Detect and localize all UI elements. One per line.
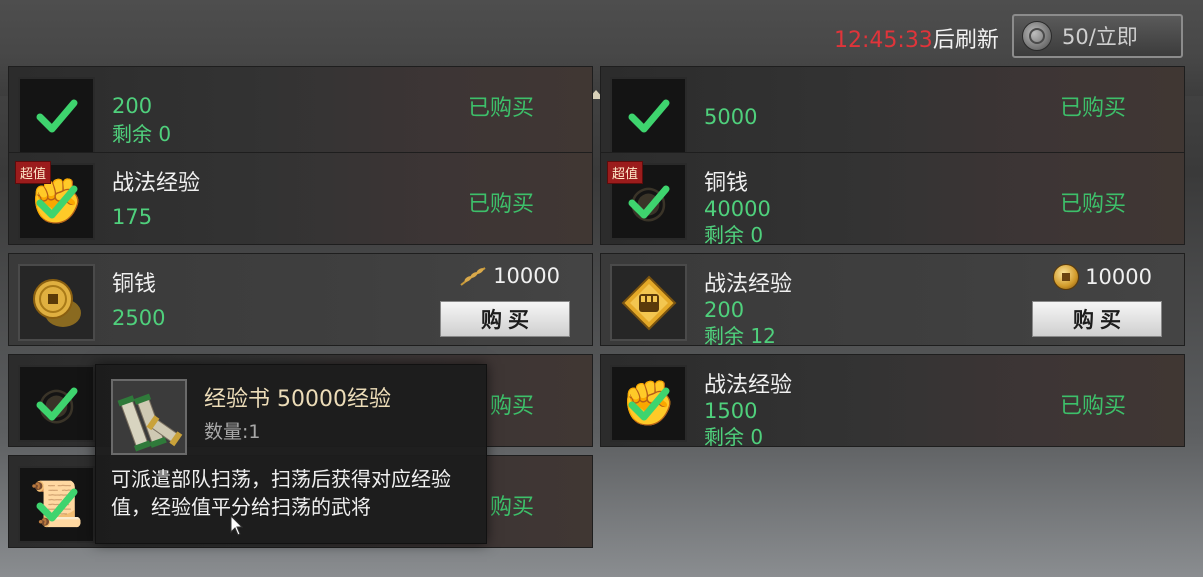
check-icon [628,387,669,420]
item-icon [610,264,687,341]
item-name: 铜钱 [112,272,157,297]
bought-status: 已购买 [467,192,534,217]
shop-item-card[interactable]: 5000 已购买 [600,66,1185,159]
tooltip-title: 经验书 50000经验 [204,387,391,412]
price-value: 10000 [1085,265,1152,289]
price-value: 10000 [493,264,560,288]
buy-button[interactable]: 购买 [440,301,570,337]
item-price: 10000 [1053,264,1152,290]
item-amount: 1500 [704,399,758,423]
check-icon [628,99,669,132]
item-tooltip: 经验书 50000经验 数量:1 可派遣部队扫荡，扫荡后获得对应经验值，经验值平… [95,364,487,544]
item-remaining: 剩余 0 [112,122,172,146]
item-amount: 2500 [112,306,166,330]
value-badge: 超值 [15,161,52,184]
mouse-cursor-icon [230,515,244,536]
item-amount: 175 [112,205,153,229]
tooltip-description: 可派遣部队扫荡，扫荡后获得对应经验值，经验值平分给扫荡的武将 [111,467,451,519]
bought-status: 已购买 [1059,192,1126,217]
scroll-book-icon [117,393,183,452]
bought-status: 已购买 [1059,96,1126,121]
item-icon [18,77,95,154]
item-remaining: 剩余 0 [704,223,764,247]
item-icon: ◉ [18,365,95,442]
shop-item-card[interactable]: 超值 ◉ 铜钱 40000 剩余 0 已购买 [600,152,1185,247]
grain-icon [460,267,486,286]
item-name: 战法经验 [704,373,793,398]
shop-item-card[interactable]: 200 剩余 0 已购买 [8,66,593,159]
check-icon [36,99,77,132]
item-amount: 40000 [704,197,771,221]
item-amount: 200 [704,298,745,322]
item-icon [18,264,95,341]
item-icon: 📜 [18,466,95,543]
item-name: 铜钱 [704,171,749,196]
item-remaining: 剩余 12 [704,324,776,348]
check-icon [628,185,669,218]
item-icon [610,77,687,154]
item-price: 10000 [459,264,560,288]
shop-item-card[interactable]: 铜钱 2500 10000 购买 [8,253,593,346]
value-badge: 超值 [607,161,644,184]
refresh-suffix: 后刷新 [932,28,999,53]
tooltip-quantity: 数量:1 [204,421,261,443]
refresh-now-button[interactable]: 50/立即 [1012,14,1183,58]
bought-status: 购买 [489,394,534,419]
tooltip-item-icon [111,379,187,455]
fist-emblem-icon [621,275,676,330]
check-icon [36,387,77,420]
bought-status: 已购买 [467,96,534,121]
shop-item-card[interactable]: 战法经验 200 剩余 12 10000 购买 [600,253,1185,348]
gold-coin-icon [1053,264,1080,290]
shop-item-card[interactable]: 超值 ✊ 战法经验 175 已购买 [8,152,593,245]
silver-coin-icon [1022,21,1052,51]
copper-coin-icon [32,278,81,327]
item-name: 战法经验 [704,272,793,297]
item-amount: 200 [112,94,153,118]
check-icon [36,185,77,218]
item-name: 战法经验 [112,171,201,196]
item-amount: 5000 [704,105,758,129]
refresh-timer: 12:45:33后刷新 [834,22,999,54]
item-remaining: 剩余 0 [704,425,764,449]
item-icon: ✊ [610,365,687,442]
shop-item-card[interactable]: ✊ 战法经验 1500 剩余 0 已购买 [600,354,1185,449]
bought-status: 购买 [489,495,534,520]
check-icon [36,488,77,521]
refresh-time: 12:45:33 [834,28,933,53]
bought-status: 已购买 [1059,394,1126,419]
buy-button[interactable]: 购买 [1032,301,1162,337]
refresh-cost-label: 50/立即 [1062,25,1138,49]
